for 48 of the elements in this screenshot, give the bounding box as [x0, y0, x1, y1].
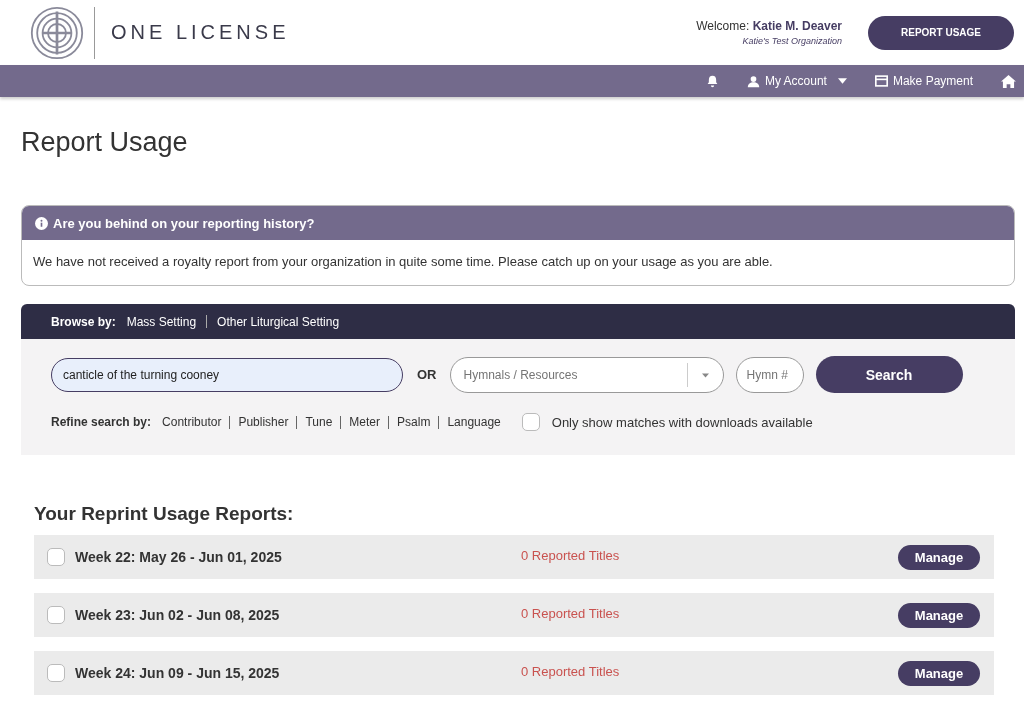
refine-link[interactable]: Language [447, 415, 501, 429]
reported-count: 0 Reported Titles [521, 547, 621, 563]
my-account-menu[interactable]: My Account [746, 74, 847, 88]
week-label: Week 22: May 26 - Jun 01, 2025 [75, 549, 283, 565]
reported-count: 0 Reported Titles [521, 663, 621, 679]
alert-message: We have not received a royalty report from your organization in quite some time. Please catch up on your usage as you are able. [32, 253, 774, 271]
home-icon[interactable] [1001, 74, 1016, 88]
reported-count: 0 Reported Titles [521, 605, 621, 621]
browse-label: Browse by: [51, 314, 116, 329]
row-checkbox[interactable] [47, 664, 65, 682]
refine-link[interactable]: Psalm [397, 415, 431, 429]
refine-link[interactable]: Contributor [162, 415, 222, 429]
reports-title: Your Reprint Usage Reports: [34, 503, 295, 525]
manage-button[interactable]: Manage [898, 544, 980, 570]
person-icon [746, 74, 760, 88]
report-usage-button[interactable]: REPORT USAGE [868, 15, 1014, 50]
browse-link[interactable]: Other Liturgical Setting [217, 314, 340, 329]
week-label: Week 23: Jun 02 - Jun 08, 2025 [75, 607, 281, 623]
week-label: Week 24: Jun 09 - Jun 15, 2025 [75, 665, 281, 681]
info-icon [35, 216, 48, 230]
page-title: Report Usage [21, 127, 189, 159]
search-button[interactable]: Search [815, 356, 963, 393]
downloads-checkbox[interactable] [521, 413, 540, 431]
user-name: Katie M. Deaver [752, 18, 842, 33]
row-checkbox[interactable] [47, 548, 65, 566]
alert-title: Are you behind on your reporting history? [53, 215, 315, 231]
card-icon [874, 75, 888, 87]
manage-button[interactable]: Manage [898, 602, 980, 628]
welcome-label: Welcome: [696, 18, 750, 33]
search-field[interactable]: canticle of the turning cooney [51, 357, 403, 392]
browse-link[interactable]: Mass Setting [126, 314, 197, 329]
hymn-number-field[interactable]: Hymn # [735, 356, 804, 393]
row-checkbox[interactable] [47, 606, 65, 624]
organization-name: Katie's Test Organization [742, 35, 842, 46]
refine-link[interactable]: Tune [305, 415, 333, 429]
logo-icon [30, 5, 84, 60]
downloads-label: Only show matches with downloads available [551, 414, 813, 430]
refine-link[interactable]: Publisher [238, 415, 289, 429]
refine-link[interactable]: Meter [349, 415, 381, 429]
bell-icon[interactable] [705, 74, 719, 88]
caret-icon[interactable] [701, 372, 709, 378]
caret-icon [837, 78, 847, 84]
manage-button[interactable]: Manage [898, 660, 980, 686]
logo-text: ONE LICENSE [111, 21, 290, 44]
or-label: OR [417, 367, 437, 382]
make-payment-link[interactable]: Make Payment [874, 74, 973, 88]
refine-label: Refine search by: [51, 415, 152, 429]
resources-dropdown[interactable]: Hymnals / Resources [449, 356, 724, 393]
